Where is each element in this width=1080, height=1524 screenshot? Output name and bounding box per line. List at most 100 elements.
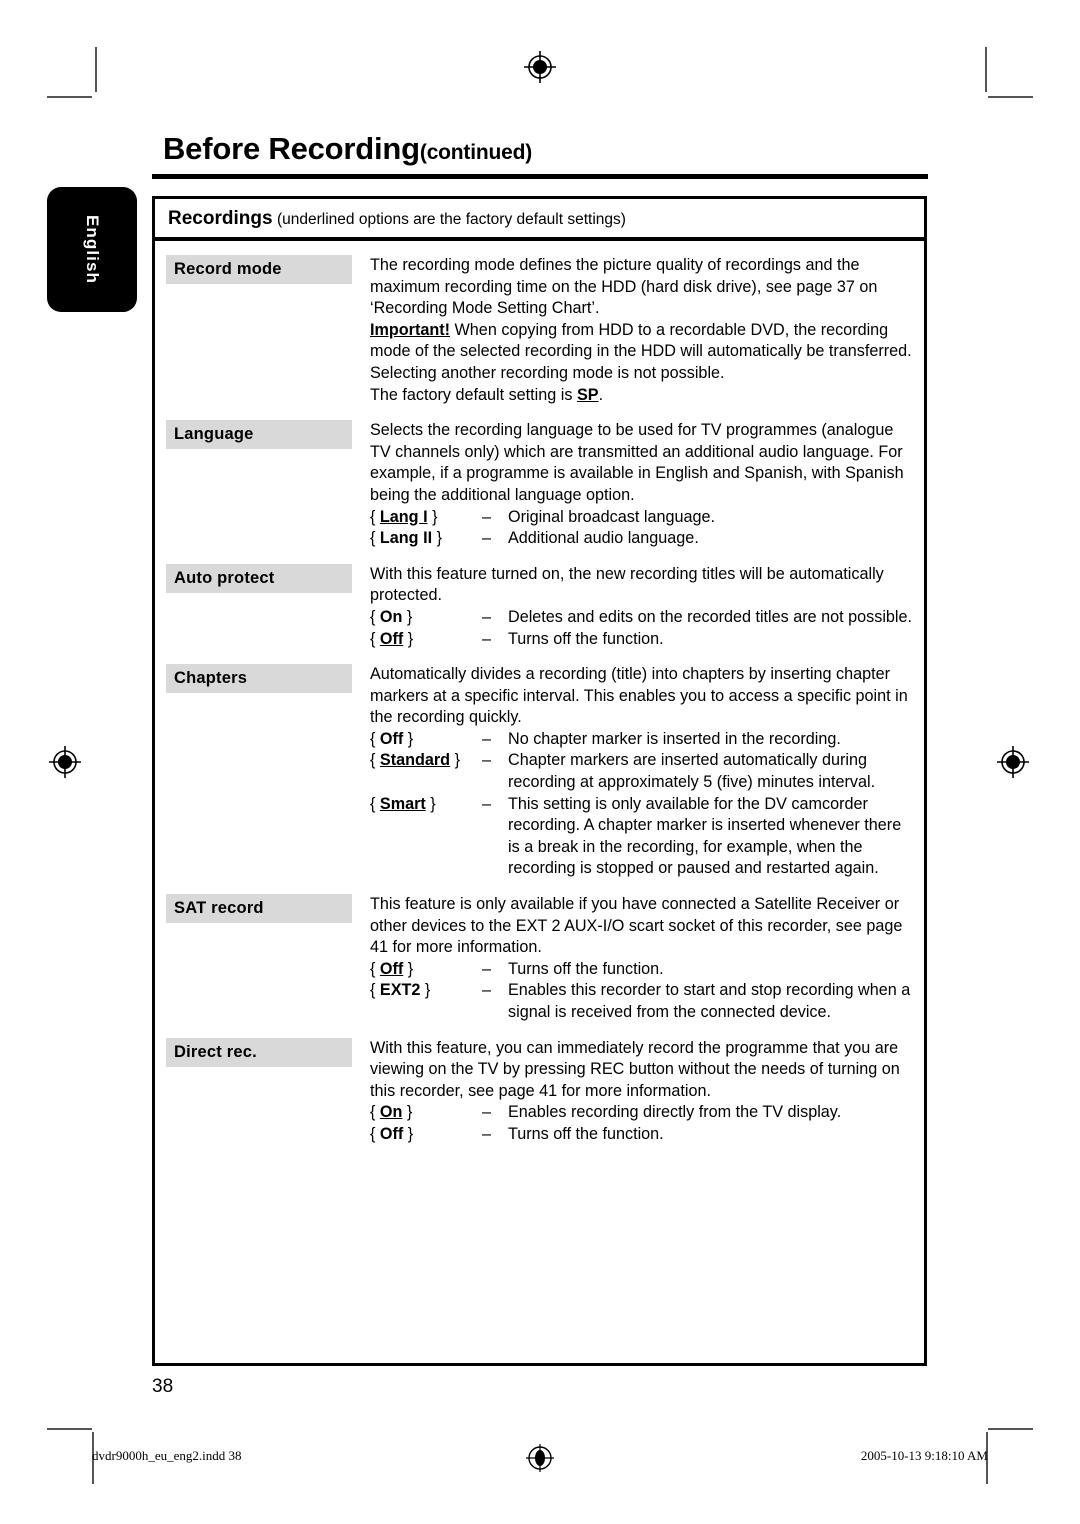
option-value: Off	[379, 1124, 404, 1143]
settings-row-label: SAT record	[166, 894, 352, 924]
description-paragraph: Selects the recording language to be use…	[370, 421, 904, 504]
page-title-continued: (continued)	[419, 141, 533, 164]
settings-row: Direct rec. With this feature, you can im…	[155, 1037, 924, 1146]
registration-mark-top-center	[524, 51, 556, 83]
option-key: { Off }	[370, 629, 414, 648]
option-description: Enables this recorder to start and stop …	[508, 981, 911, 1021]
option-value: Off	[379, 959, 404, 978]
option-key: { Off }	[370, 729, 414, 748]
settings-row-label: Direct rec.	[166, 1037, 352, 1067]
option-dash: –	[482, 507, 492, 526]
settings-row-description: Automatically divides a recording (title…	[352, 664, 924, 880]
option-line: { Off } – No chapter marker is inserted in…	[370, 729, 914, 751]
crop-mark-top-right-vertical	[985, 47, 987, 92]
description-paragraph: With this feature turned on, the new rec…	[370, 564, 884, 605]
option-description: Deletes and edits on the recorded titles…	[508, 607, 913, 626]
description-paragraph: The factory default setting is SP.	[370, 385, 604, 404]
option-line: { Smart } – This setting is only available…	[370, 794, 914, 880]
recordings-table-body: Record mode The recording mode defines th…	[155, 255, 924, 1146]
option-dash: –	[482, 729, 492, 748]
registration-mark-left-center	[49, 746, 81, 778]
footer-crop-mark-right	[988, 1428, 1033, 1430]
option-dash: –	[482, 959, 492, 978]
option-dash: –	[482, 529, 492, 548]
recordings-table-header: Recordings (underlined options are the f…	[155, 199, 924, 241]
option-description: Additional audio language.	[508, 529, 699, 548]
language-tab-label: English	[83, 214, 102, 285]
option-description: Turns off the function.	[508, 629, 664, 648]
option-description: Turns off the function.	[508, 959, 664, 978]
option-key: { EXT2 }	[370, 981, 431, 1000]
option-value: Smart	[379, 794, 426, 813]
option-description: Original broadcast language.	[508, 507, 715, 526]
description-paragraph: The recording mode defines the picture q…	[370, 256, 878, 318]
option-line: { Standard } – Chapter markers are inserte…	[370, 750, 914, 793]
option-key: { Lang II }	[370, 529, 442, 548]
crop-mark-top-left-horizontal	[47, 96, 92, 98]
description-paragraph: Automatically divides a recording (title…	[370, 665, 908, 727]
option-line: { On } – Enables recording directly from t…	[370, 1102, 914, 1124]
option-value: On	[379, 607, 403, 626]
settings-row-label: Chapters	[166, 664, 352, 694]
option-description: No chapter marker is inserted in the rec…	[508, 729, 841, 748]
language-tab: English	[47, 187, 137, 312]
recordings-settings-table: Recordings (underlined options are the f…	[152, 196, 927, 1366]
description-paragraph: This feature is only available if you ha…	[370, 895, 903, 957]
footer-crop-mark-left	[47, 1428, 92, 1430]
option-line: { On } – Deletes and edits on the recorded…	[370, 607, 914, 629]
option-dash: –	[482, 607, 492, 626]
option-value: Lang I	[379, 507, 428, 526]
option-description: Chapter markers are inserted automatical…	[508, 751, 876, 792]
option-dash: –	[482, 794, 492, 813]
footer-file-name: dvdr9000h_eu_eng2.indd 38	[92, 1448, 242, 1463]
settings-row-description: With this feature turned on, the new rec…	[352, 564, 924, 650]
option-value: Off	[379, 729, 404, 748]
settings-row-description: With this feature, you can immediately r…	[352, 1038, 924, 1146]
settings-row: SAT record This feature is only available…	[155, 894, 924, 1024]
option-value: On	[379, 1103, 403, 1122]
option-dash: –	[482, 751, 492, 770]
title-underline-rule	[152, 174, 928, 179]
option-key: { On }	[370, 1103, 413, 1122]
option-key: { Off }	[370, 1124, 414, 1143]
settings-row-description: The recording mode defines the picture q…	[352, 255, 924, 406]
crop-mark-top-left-vertical	[95, 47, 97, 92]
option-description: Turns off the function.	[508, 1124, 664, 1143]
recordings-header-title: Recordings	[168, 208, 273, 229]
option-value: Lang II	[379, 529, 433, 548]
settings-row: Record mode The recording mode defines th…	[155, 255, 924, 406]
option-key: { Lang I }	[370, 507, 438, 526]
page-title-main: Before Recording	[163, 131, 420, 166]
settings-row-label: Record mode	[166, 255, 352, 284]
option-dash: –	[482, 981, 492, 1000]
settings-row-description: This feature is only available if you ha…	[352, 894, 924, 1024]
option-value: EXT2	[379, 981, 421, 1000]
settings-row: Language Selects the recording language t…	[155, 420, 924, 550]
option-line: { Off } – Turns off the function.	[370, 1124, 914, 1146]
option-line: { Lang II } – Additional audio language.	[370, 528, 914, 550]
option-line: { EXT2 } – Enables this recorder to start …	[370, 980, 914, 1023]
page-title: Before Recording(continued)	[163, 131, 532, 167]
description-paragraph: With this feature, you can immediately r…	[370, 1038, 900, 1100]
option-value: Standard	[379, 751, 451, 770]
page-number: 38	[152, 1376, 174, 1397]
option-line: { Off } – Turns off the function.	[370, 629, 914, 651]
settings-row: Chapters Automatically divides a recordin…	[155, 664, 924, 880]
settings-row-label: Language	[166, 420, 352, 450]
footer-timestamp: 2005-10-13 9:18:10 AM	[860, 1448, 988, 1463]
option-key: { Off }	[370, 959, 414, 978]
option-dash: –	[482, 1103, 492, 1122]
option-dash: –	[482, 629, 492, 648]
settings-row-label: Auto protect	[166, 563, 352, 593]
recordings-header-note: (underlined options are the factory defa…	[276, 211, 626, 228]
option-description: Enables recording directly from the TV d…	[508, 1103, 842, 1122]
crop-mark-top-right-horizontal	[988, 96, 1033, 98]
option-dash: –	[482, 1124, 492, 1143]
option-description: This setting is only available for the D…	[508, 794, 902, 878]
settings-row-description: Selects the recording language to be use…	[352, 420, 924, 550]
description-paragraph: Important! When copying from HDD to a re…	[370, 320, 912, 382]
settings-row: Auto protect With this feature turned on,…	[155, 563, 924, 650]
registration-mark-right-center	[997, 746, 1029, 778]
registration-mark-bottom-center	[526, 1444, 554, 1472]
option-value: Off	[379, 629, 404, 648]
